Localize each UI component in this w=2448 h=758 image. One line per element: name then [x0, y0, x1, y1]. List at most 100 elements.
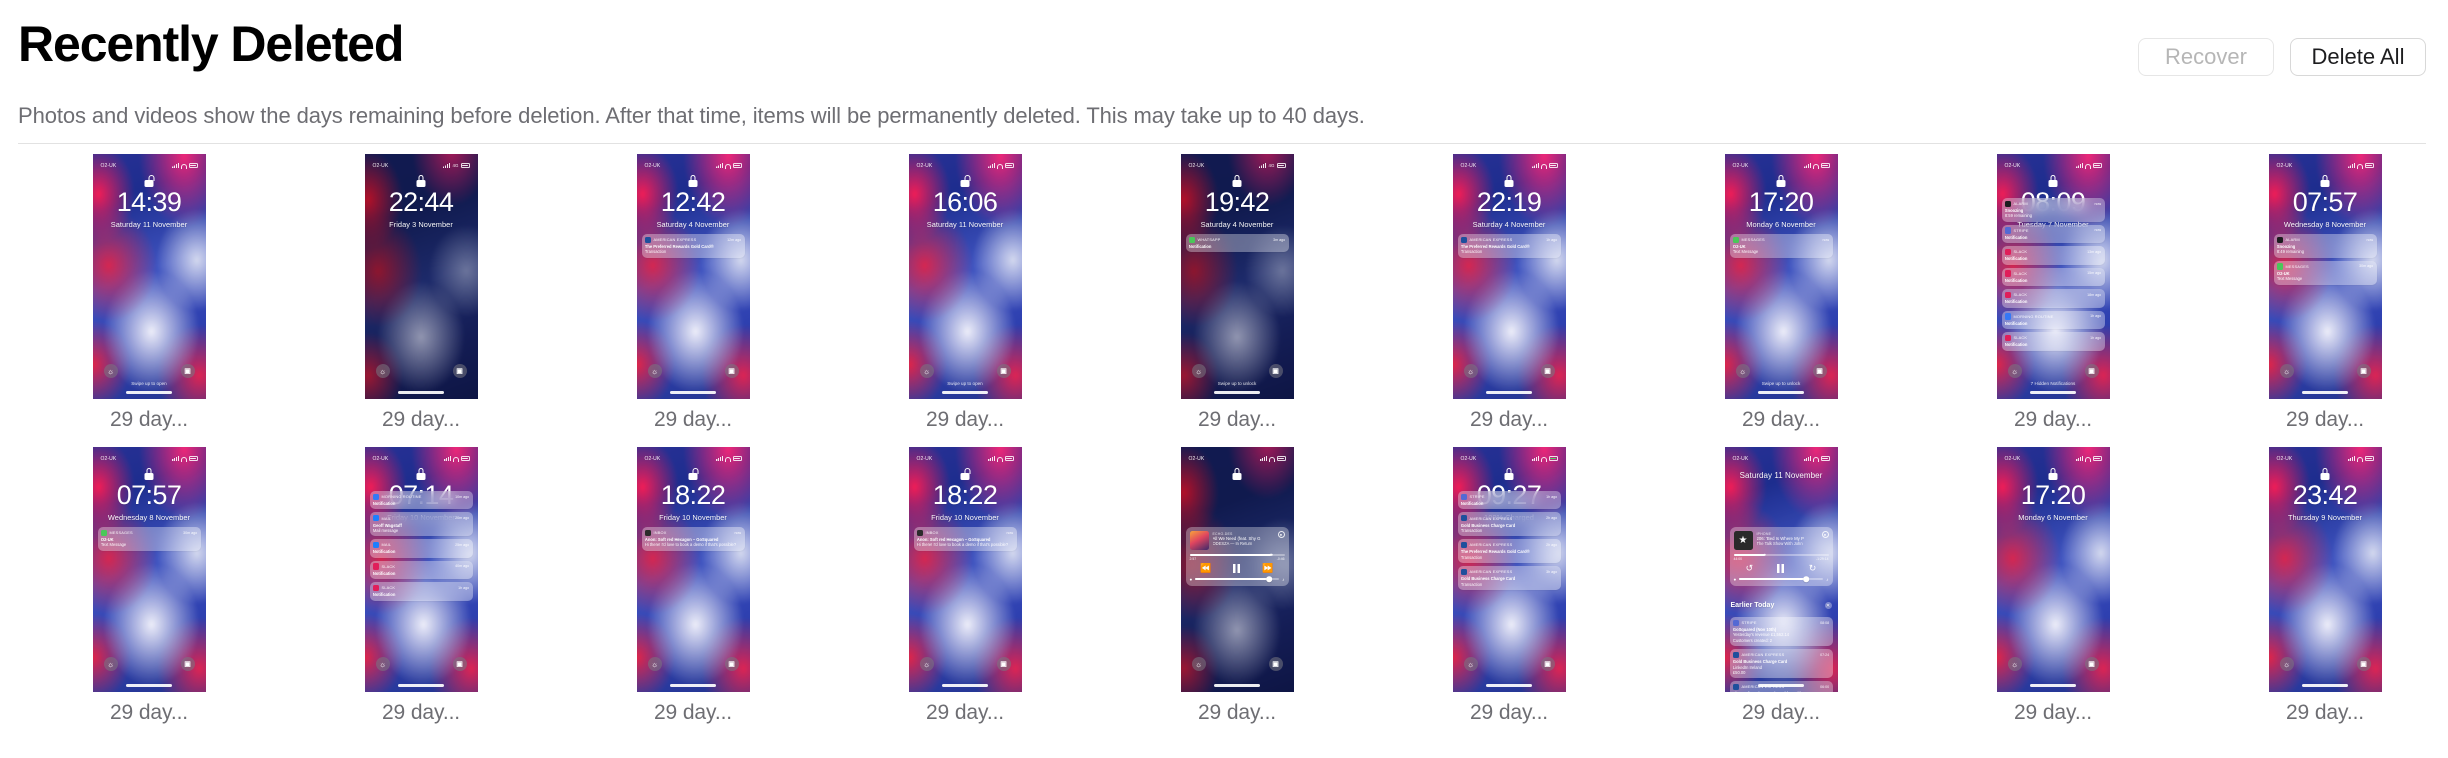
home-indicator[interactable] — [1758, 684, 1804, 687]
lockscreen-notification[interactable]: SLACK 1h ago Notification — [2001, 332, 2105, 351]
home-indicator[interactable] — [942, 391, 988, 394]
lockscreen-notification[interactable]: STRIPE now Notification — [2001, 224, 2105, 244]
flashlight-icon[interactable]: ☼ — [2279, 657, 2294, 671]
flashlight-icon[interactable]: ☼ — [1191, 364, 1206, 378]
camera-icon[interactable]: ▣ — [2356, 657, 2371, 671]
camera-icon[interactable]: ▣ — [724, 364, 739, 378]
camera-icon[interactable]: ▣ — [1812, 364, 1827, 378]
camera-icon[interactable]: ▣ — [2084, 364, 2099, 378]
photo-thumbnail[interactable]: O2-UK 22:19 Saturday 4 November AMERICAN EX… — [1452, 154, 1566, 399]
photo-thumbnail[interactable]: O2-UK 4G 19:42 Saturday 4 November WHATSAPP 3… — [1180, 154, 1294, 399]
camera-icon[interactable]: ▣ — [452, 657, 467, 671]
flashlight-icon[interactable]: ☼ — [103, 657, 118, 671]
flashlight-icon[interactable]: ☼ — [2007, 364, 2022, 378]
lockscreen-notification[interactable]: MESSAGES now O2-UK Text Message — [1729, 234, 1833, 258]
home-indicator[interactable] — [2302, 684, 2348, 687]
camera-icon[interactable]: ▣ — [452, 364, 467, 378]
photo-thumbnail[interactable]: O2-UK 14:39 Saturday 11 November ☼ ▣ Swipe up… — [92, 154, 206, 399]
flashlight-icon[interactable]: ☼ — [919, 657, 934, 671]
home-indicator[interactable] — [398, 684, 444, 687]
lockscreen-notification[interactable]: WHATSAPP 3m ago Notification — [1185, 234, 1289, 253]
lockscreen-notification[interactable]: AMERICAN EXPRESS 2h ago The Preferred Rewa… — [1457, 539, 1561, 564]
flashlight-icon[interactable]: ☼ — [2279, 364, 2294, 378]
home-indicator[interactable] — [2302, 391, 2348, 394]
camera-icon[interactable]: ▣ — [996, 364, 1011, 378]
skip-back-15-button[interactable]: ↺ — [1746, 563, 1754, 573]
photo-thumbnail[interactable]: O2-UK 12:42 Saturday 4 November AMERICAN EX… — [636, 154, 750, 399]
home-indicator[interactable] — [670, 391, 716, 394]
photo-thumbnail[interactable]: O2-UK 17:20 Monday 6 November MESSAGES now O2… — [1724, 154, 1838, 399]
previous-track-button[interactable]: ⏪ — [1200, 563, 1211, 573]
home-indicator[interactable] — [1214, 391, 1260, 394]
flashlight-icon[interactable]: ☼ — [375, 364, 390, 378]
lockscreen-notification[interactable]: AMERICAN EXPRESS 3h ago Gold Business Char… — [1457, 566, 1561, 590]
flashlight-icon[interactable]: ☼ — [375, 657, 390, 671]
lockscreen-notification[interactable]: AMERICAN EXPRESS 1h ago The Preferred Rewa… — [1457, 234, 1561, 258]
lockscreen-notification[interactable]: AMERICAN EXPRESS 2h ago Gold Business Char… — [1457, 512, 1561, 537]
home-indicator[interactable] — [126, 391, 172, 394]
pause-button[interactable] — [1777, 563, 1785, 573]
flashlight-icon[interactable]: ☼ — [919, 364, 934, 378]
playback-scrubber[interactable] — [1733, 553, 1829, 557]
camera-icon[interactable]: ▣ — [1540, 657, 1555, 671]
photo-thumbnail[interactable]: O2-UK Saturday 11 November ★ iPhone 206: 'Be… — [1724, 447, 1838, 692]
flashlight-icon[interactable]: ☼ — [103, 364, 118, 378]
lockscreen-notification[interactable]: INBOX now Anon: Soft red Hexagon – GoSquar… — [913, 527, 1017, 551]
camera-icon[interactable]: ▣ — [180, 657, 195, 671]
lockscreen-notification[interactable]: SLACK 18m ago Notification — [2001, 289, 2105, 308]
photo-thumbnail[interactable]: O2-UK 07:57 Wednesday 8 November ALARM now Sn… — [2268, 154, 2382, 399]
recover-button[interactable]: Recover — [2138, 38, 2274, 76]
volume-slider[interactable]: ● ♪ — [1190, 576, 1285, 582]
photo-thumbnail[interactable]: O2-UK 08:09 Tuesday 7 November ALARM now Snoo… — [1996, 154, 2110, 399]
lockscreen-notification[interactable]: MESSAGES 30m ago O2-UK Text Message — [97, 527, 201, 551]
lockscreen-notification[interactable]: ALARM now Snoozing 8:49 remaining — [2273, 234, 2377, 258]
pause-button[interactable] — [1233, 563, 1241, 573]
photo-thumbnail[interactable]: O2-UK 07:57 Wednesday 8 November MESSAGES 30… — [92, 447, 206, 692]
camera-icon[interactable]: ▣ — [2084, 657, 2099, 671]
camera-icon[interactable]: ▣ — [1540, 364, 1555, 378]
lockscreen-notification[interactable]: MESSAGES 30m ago O2-UK Text Message — [2273, 260, 2377, 285]
camera-icon[interactable]: ▣ — [996, 657, 1011, 671]
flashlight-icon[interactable]: ☼ — [2007, 657, 2022, 671]
lockscreen-notification[interactable]: INBOX now Anon: Soft red Hexagon – GoSquar… — [641, 527, 745, 551]
skip-forward-15-button[interactable]: ↻ — [1809, 563, 1817, 573]
home-indicator[interactable] — [1758, 391, 1804, 394]
camera-icon[interactable]: ▣ — [724, 657, 739, 671]
home-indicator[interactable] — [2030, 684, 2076, 687]
home-indicator[interactable] — [398, 391, 444, 394]
lockscreen-notification[interactable]: SLACK 15m ago Notification — [2001, 267, 2105, 287]
flashlight-icon[interactable]: ☼ — [1735, 364, 1750, 378]
flashlight-icon[interactable]: ☼ — [647, 657, 662, 671]
photo-thumbnail[interactable]: O2-UK 09:27 100% Charged STRIPE 1h ago Notifi… — [1452, 447, 1566, 692]
lockscreen-notification[interactable]: ALARM now Snoozing 8:59 remaining — [2001, 198, 2105, 222]
flashlight-icon[interactable]: ☼ — [1463, 364, 1478, 378]
next-track-button[interactable]: ⏩ — [1262, 563, 1273, 573]
photo-thumbnail[interactable]: O2-UK 16:06 Saturday 11 November ☼ ▣ Swipe up… — [908, 154, 1022, 399]
lockscreen-notification[interactable]: SLACK 13m ago Notification — [2001, 246, 2105, 265]
flashlight-icon[interactable]: ☼ — [1463, 657, 1478, 671]
camera-icon[interactable]: ▣ — [1268, 657, 1283, 671]
lockscreen-notification[interactable]: SLACK 1h ago Notification — [369, 582, 473, 601]
lockscreen-notification[interactable]: AMERICAN EXPRESS 07:24 Gold Business Charg… — [1729, 649, 1833, 679]
playback-scrubber[interactable] — [1189, 553, 1285, 557]
photo-thumbnail[interactable]: O2-UK 4G 22:44 Friday 3 November ☼ ▣ — [364, 154, 478, 399]
lockscreen-notification[interactable]: MORNING ROUTINE 1h ago Notification — [2001, 310, 2105, 330]
lockscreen-notification[interactable]: STRIPE 08:08 GoSquared (Nov 10th) Yesterday… — [1729, 617, 1833, 647]
volume-slider[interactable]: ● ♪ — [1734, 576, 1829, 582]
camera-icon[interactable]: ▣ — [1268, 364, 1283, 378]
flashlight-icon[interactable]: ☼ — [647, 364, 662, 378]
home-indicator[interactable] — [942, 684, 988, 687]
lockscreen-notification[interactable]: MORNING ROUTINE 10m ago Notification — [369, 491, 473, 510]
clear-notifications-button[interactable]: ✕ — [1824, 602, 1832, 609]
photo-thumbnail[interactable]: O2-UK 23:42 Thursday 9 November ☼ ▣ — [2268, 447, 2382, 692]
photo-thumbnail[interactable]: O2-UK 07:14 Friday 10 November MORNING ROUT… — [364, 447, 478, 692]
camera-icon[interactable]: ▣ — [2356, 364, 2371, 378]
camera-icon[interactable]: ▣ — [180, 364, 195, 378]
home-indicator[interactable] — [1486, 391, 1532, 394]
photo-thumbnail[interactable]: O2-UK 17:20 Monday 6 November ☼ ▣ — [1996, 447, 2110, 692]
home-indicator[interactable] — [2030, 391, 2076, 394]
now-playing-widget[interactable]: ECHO-DES All We Need (feat. Shy G ODESZA —… — [1185, 527, 1289, 586]
flashlight-icon[interactable]: ☼ — [1191, 657, 1206, 671]
lockscreen-notification[interactable]: AMERICAN EXPRESS 12m ago The Preferred Rew… — [641, 234, 745, 258]
photo-thumbnail[interactable]: O2-UK 18:22 Friday 10 November INBOX now Anon… — [908, 447, 1022, 692]
